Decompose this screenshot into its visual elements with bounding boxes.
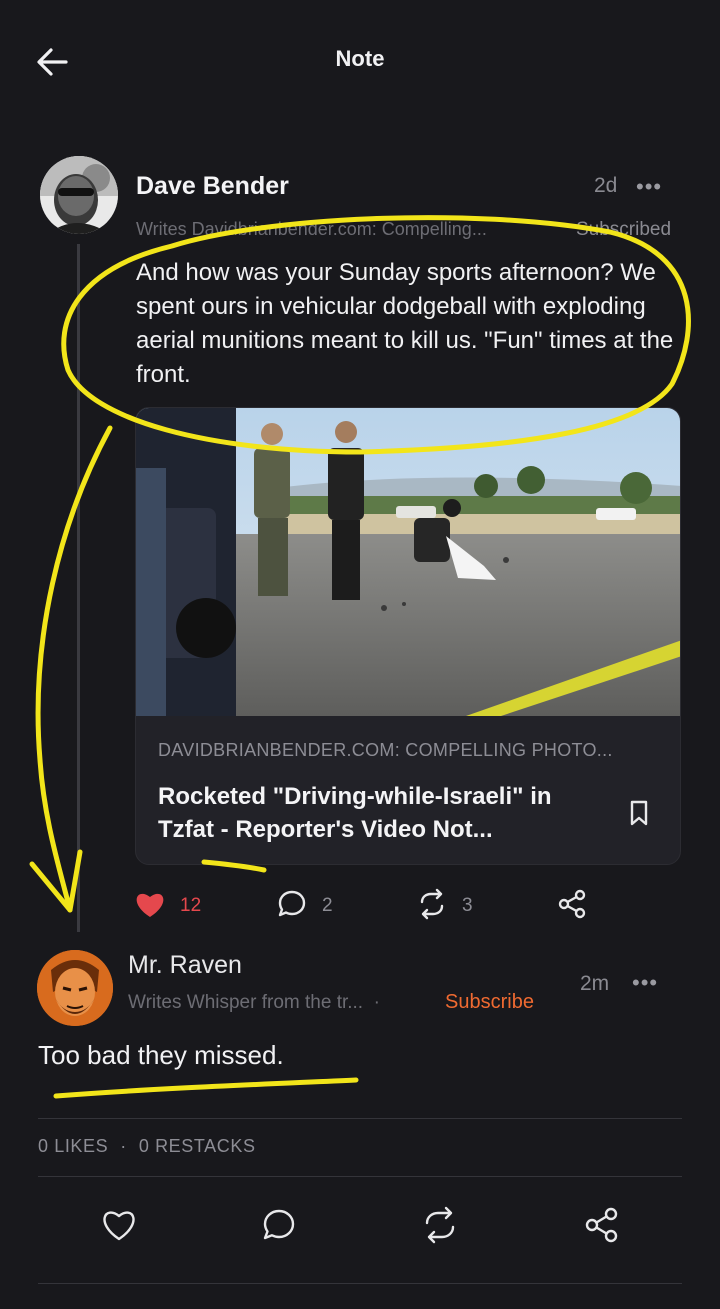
restack-icon [420, 1206, 460, 1249]
reply-body: Too bad they missed. [38, 1040, 284, 1070]
restack-count: 3 [462, 895, 473, 916]
reply-stats: 0 LIKES · 0 RESTACKS [38, 1136, 256, 1156]
reply-like-button[interactable] [99, 1205, 139, 1245]
reply-author-avatar[interactable] [37, 950, 113, 1026]
reply-author-name[interactable]: Mr. Raven [128, 951, 242, 980]
bookmark-icon[interactable] [624, 798, 654, 828]
post-body: And how was your Sunday sports afternoon… [136, 259, 674, 388]
page-title: Note [335, 46, 385, 71]
link-card-title[interactable]: Rocketed "Driving-while-Israeli" in Tzfa… [158, 780, 598, 846]
like-button[interactable]: 12 [134, 888, 201, 924]
share-icon [556, 888, 588, 925]
link-card-domain: DAVIDBRIANBENDER.COM: COMPELLING PHOTO..… [158, 740, 613, 760]
reply-share-button[interactable] [582, 1205, 622, 1245]
reply-restack-button[interactable] [420, 1205, 460, 1245]
heart-icon [134, 889, 166, 924]
restack-button[interactable]: 3 [416, 888, 473, 924]
reply-likes-count[interactable]: 0 LIKES [38, 1136, 108, 1156]
like-count: 12 [180, 895, 202, 916]
reply-restacks-count[interactable]: 0 RESTACKS [139, 1136, 256, 1156]
thread-line [77, 244, 80, 932]
divider [38, 1118, 682, 1119]
reply-time: 2m [580, 972, 610, 995]
link-card-image [136, 408, 680, 716]
comment-button[interactable]: 2 [276, 888, 333, 924]
top-bar: Note [0, 0, 720, 120]
share-icon [582, 1207, 622, 1249]
comment-count: 2 [322, 895, 333, 916]
comment-icon [259, 1209, 299, 1249]
post-time: 2d [594, 174, 618, 197]
author-avatar[interactable] [40, 156, 118, 234]
subscribed-status[interactable]: Subscribed [576, 219, 671, 241]
share-button[interactable] [556, 888, 588, 924]
post-author-subtitle: Writes Davidbrianbender.com: Compelling.… [136, 219, 487, 239]
divider [38, 1283, 682, 1284]
reply-more-icon[interactable]: ••• [632, 970, 658, 996]
restack-icon [416, 888, 448, 925]
comment-icon [276, 888, 308, 925]
link-card[interactable]: DAVIDBRIANBENDER.COM: COMPELLING PHOTO..… [135, 407, 681, 865]
heart-icon [99, 1211, 139, 1249]
note-page: Note Dave Bender Writes Davidbrianbender… [0, 0, 720, 1309]
divider [38, 1176, 682, 1177]
subscribe-button[interactable]: Subscribe [445, 991, 534, 1014]
reply-author-subtitle: Writes Whisper from the tr... · [128, 992, 380, 1013]
post-more-icon[interactable]: ••• [636, 174, 662, 200]
reply-comment-button[interactable] [259, 1205, 299, 1245]
post-author-name[interactable]: Dave Bender [136, 172, 289, 201]
